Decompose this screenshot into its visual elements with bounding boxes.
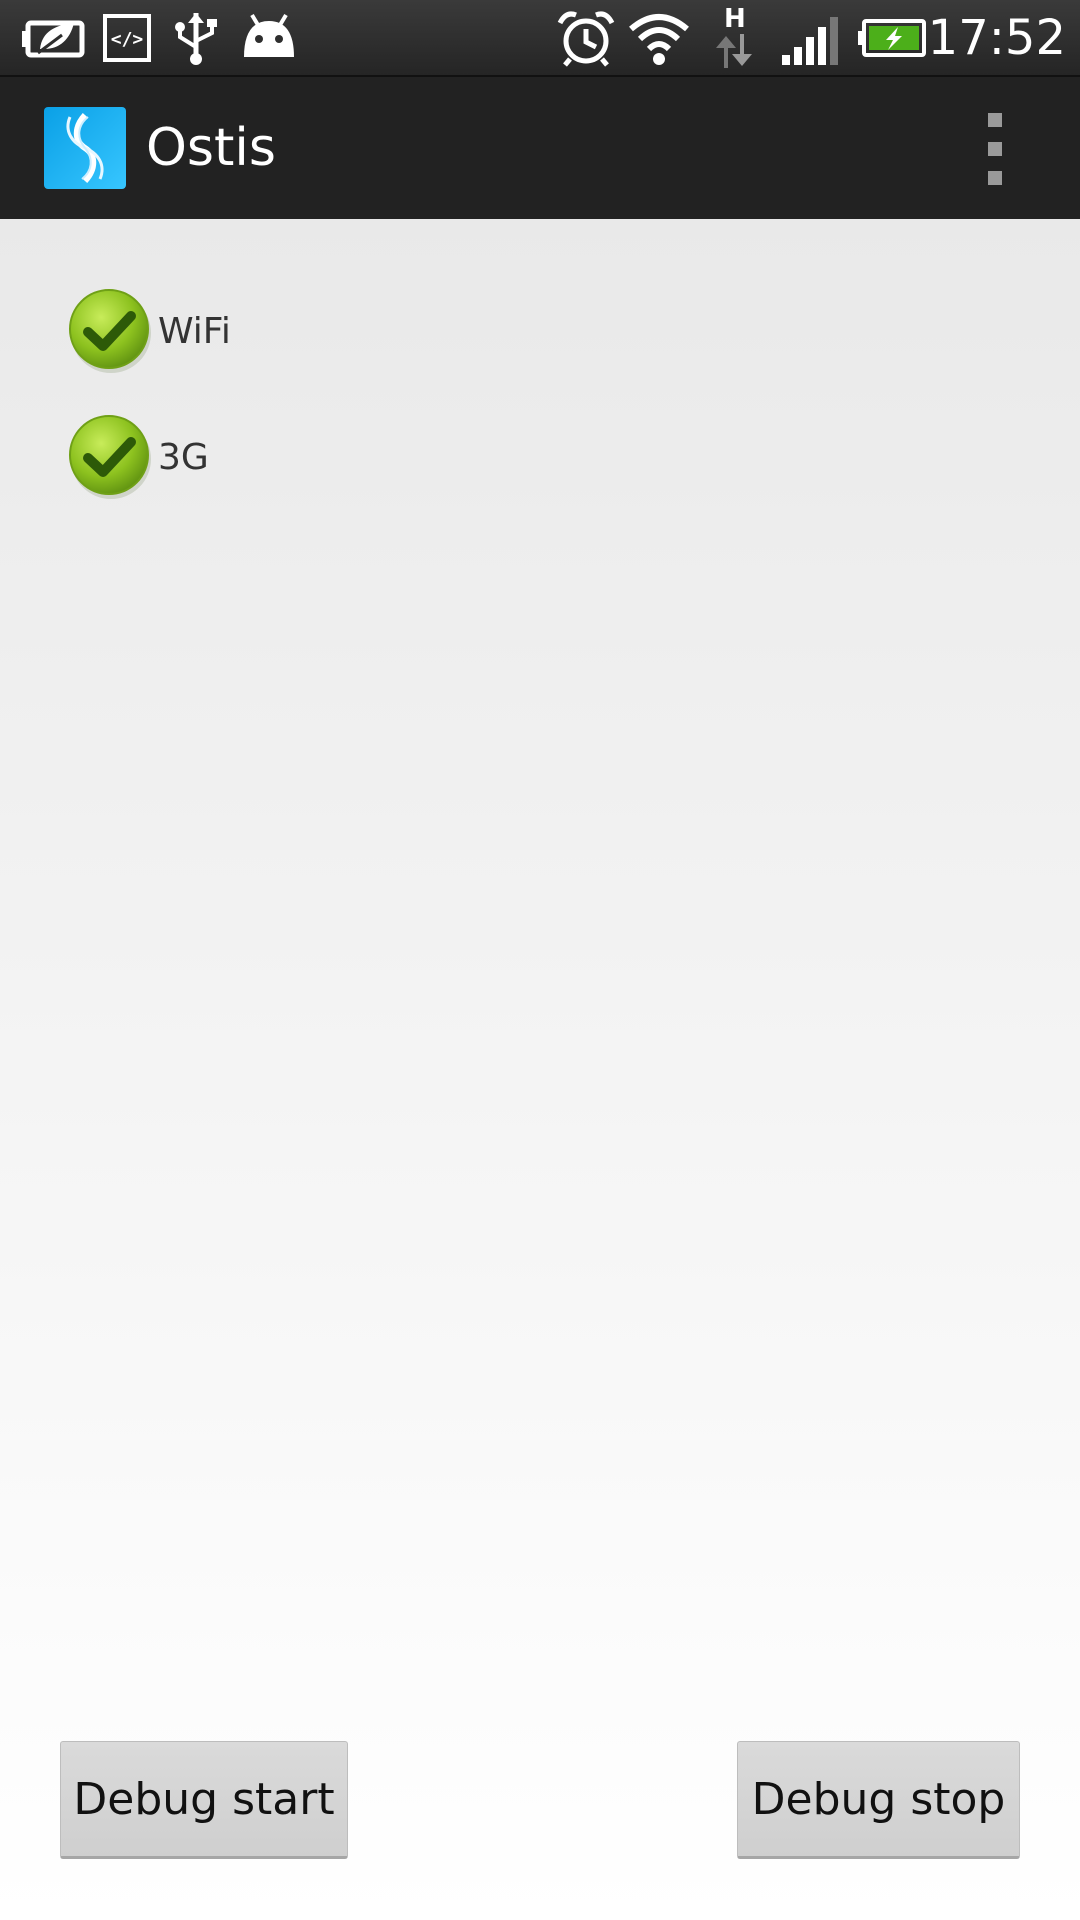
status-bar: </> H 17:52 <box>0 0 1080 77</box>
hspa-data-icon: H <box>708 4 758 68</box>
debug-start-button[interactable]: Debug start <box>60 1741 348 1859</box>
checkbox-checked-icon <box>69 289 151 373</box>
android-debug-icon <box>244 13 294 57</box>
developer-code-icon: </> <box>103 14 151 62</box>
3g-label: 3G <box>158 436 209 478</box>
wifi-icon <box>629 14 689 65</box>
network-type-label: H <box>724 4 746 34</box>
signal-icon <box>782 17 838 65</box>
ostis-app-icon[interactable] <box>44 107 126 189</box>
3g-checkbox[interactable]: 3G <box>68 415 209 499</box>
checkbox-checked-icon <box>69 415 151 499</box>
main-content: WiFi 3G <box>0 219 1080 1920</box>
debug-stop-button[interactable]: Debug stop <box>737 1741 1020 1859</box>
battery-saver-icon <box>22 20 85 58</box>
overflow-dot <box>988 171 1002 185</box>
battery-charging-icon <box>858 19 926 57</box>
app-title: Ostis <box>146 118 276 178</box>
action-bar: Ostis <box>0 77 1080 221</box>
alarm-icon <box>557 11 615 67</box>
wifi-checkbox[interactable]: WiFi <box>68 289 231 373</box>
usb-icon <box>175 13 217 65</box>
overflow-dot <box>988 113 1002 127</box>
overflow-dot <box>988 142 1002 156</box>
status-time: 17:52 <box>927 10 1066 66</box>
overflow-menu-icon[interactable] <box>980 113 1010 185</box>
svg-text:</>: </> <box>111 29 144 50</box>
wifi-label: WiFi <box>158 310 231 352</box>
